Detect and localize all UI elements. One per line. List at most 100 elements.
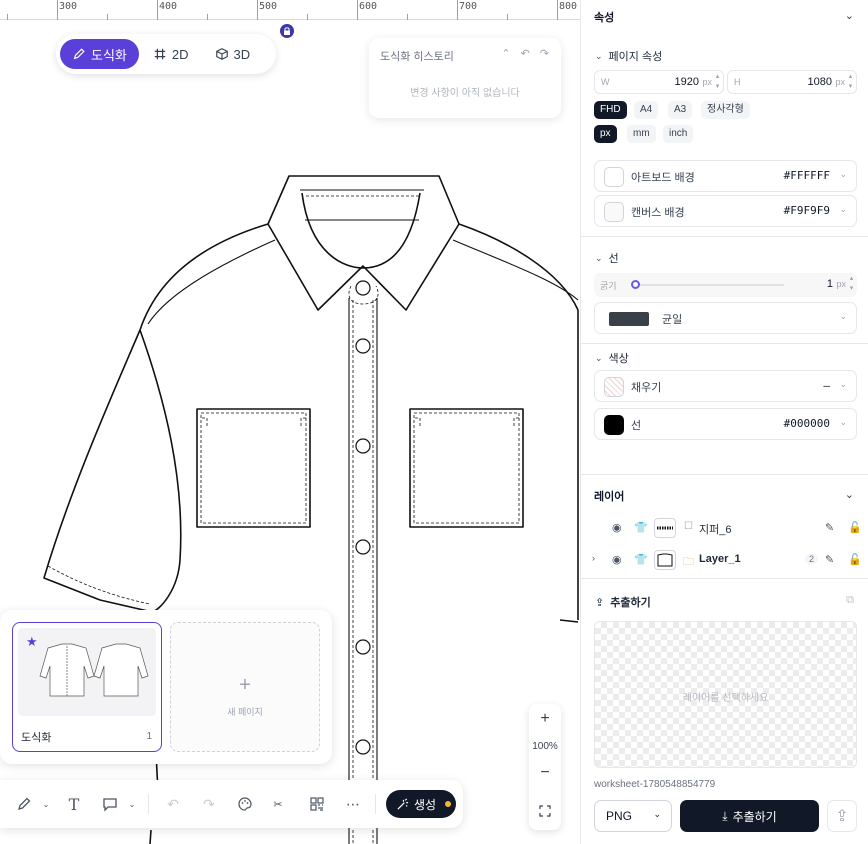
qr-tool-button[interactable] (307, 794, 327, 814)
canvas-background-row[interactable]: 캔버스 배경 #F9F9F9 ⌄ (594, 195, 857, 227)
stroke-style-select[interactable]: 균일 ⌄ (594, 302, 857, 334)
redo-icon[interactable]: ↷ (199, 794, 219, 814)
lock-icon[interactable]: 🔓 (848, 553, 862, 566)
shirt-icon: 👕 (634, 554, 648, 566)
unit-mm[interactable]: mm (627, 125, 656, 143)
stepper-icon[interactable]: ▴ ▾ (847, 274, 856, 294)
star-icon: ★ (26, 634, 38, 649)
zoom-in-button[interactable]: + (529, 710, 561, 728)
artboard-background-row[interactable]: 아트보드 배경 #FFFFFF ⌄ (594, 160, 857, 192)
stepper-icon[interactable]: ▴ ▾ (713, 72, 722, 92)
format-select[interactable]: PNG ⌄ (594, 800, 672, 832)
slider-handle[interactable] (631, 280, 640, 289)
toolbar-divider (375, 794, 376, 814)
chevron-down-icon[interactable]: ⌄ (839, 311, 847, 322)
checkbox-icon[interactable]: ☐ (684, 521, 693, 532)
export-icon: ⇪ (595, 596, 605, 609)
undo-icon[interactable]: ↶ (163, 794, 183, 814)
stroke-width-slider-row[interactable]: 굵기 1 px ▴ ▾ (594, 273, 857, 297)
page-number: 1 (146, 731, 152, 742)
palette-tool-button[interactable] (235, 794, 255, 814)
chevron-down-icon[interactable]: ⌄ (40, 794, 52, 814)
color-header[interactable]: ⌄ 색상 (595, 350, 629, 366)
new-page-button[interactable]: + 새 페이지 (170, 622, 320, 752)
unit-inch[interactable]: inch (663, 125, 694, 143)
chevron-down-icon[interactable]: ⌄ (839, 379, 847, 390)
layer-thumbnail (654, 550, 676, 570)
ruler-ticks (7, 0, 558, 20)
page-thumbnail-image (39, 643, 149, 697)
undo-history-icon[interactable]: ↶ (521, 47, 530, 60)
chevron-down-icon: ⌄ (595, 50, 603, 61)
cube-icon (215, 48, 228, 60)
chevron-down-icon: ⌄ (595, 352, 603, 363)
collapse-icon[interactable]: ⌃ (501, 47, 510, 60)
fill-row[interactable]: 채우기 – ⌄ (594, 370, 857, 402)
stepper-icon[interactable]: ▴ ▾ (846, 72, 855, 92)
stroke-color-value[interactable]: #000000 (784, 417, 830, 430)
canvas-color-swatch[interactable] (604, 202, 624, 222)
chevron-right-icon[interactable]: › (592, 553, 595, 563)
width-field[interactable]: W 1920 px ▴ ▾ (594, 70, 724, 94)
chevron-down-icon[interactable]: ⌄ (839, 169, 847, 180)
layer-row[interactable]: › ◉ 👕 🗀 Layer_1 2 ✎ 🔓 (581, 546, 868, 574)
lock-icon[interactable]: 🔓 (848, 521, 862, 534)
layer-name: Layer_1 (699, 553, 741, 565)
chevron-down-icon[interactable]: ⌄ (126, 794, 138, 814)
page-properties-header[interactable]: ⌄ 페이지 속성 (595, 48, 662, 64)
page-thumbnail: ★ (18, 628, 156, 716)
artboard-color-value[interactable]: #FFFFFF (784, 169, 830, 182)
drawing-canvas[interactable]: 300 400 500 600 700 800 도식화 2D 3D 도식화 히스… (0, 0, 580, 844)
chevron-down-icon[interactable]: ⌄ (839, 204, 847, 215)
zoom-out-button[interactable]: − (529, 764, 561, 782)
generate-button[interactable]: 생성 (386, 790, 456, 818)
preset-square[interactable]: 정사각형 (701, 101, 750, 119)
chevron-down-icon[interactable]: ⌄ (845, 9, 854, 22)
eye-icon[interactable]: ◉ (612, 521, 622, 534)
stroke-width-value[interactable]: 1 (827, 278, 833, 290)
preset-a4[interactable]: A4 (634, 101, 659, 119)
export-button[interactable]: ⤓ 추출하기 (680, 800, 819, 832)
toolbar-divider (148, 794, 149, 814)
text-icon[interactable]: T (64, 794, 84, 814)
pencil-edit-icon[interactable]: ✎ (825, 553, 834, 566)
layer-count-badge: 2 (805, 554, 819, 564)
chevron-down-icon[interactable]: ⌄ (845, 488, 854, 501)
layer-row[interactable]: ◉ 👕 ☐ 지퍼_6 ✎ 🔓 (581, 514, 868, 542)
more-icon[interactable]: ⋯ (343, 794, 363, 814)
upload-icon: ⇪ (835, 808, 849, 825)
unit-px[interactable]: px (594, 125, 617, 143)
fill-value[interactable]: – (823, 379, 830, 392)
copy-icon[interactable]: ⧉ (846, 594, 854, 607)
preset-fhd[interactable]: FHD (594, 101, 627, 119)
fill-color-swatch[interactable] (604, 377, 624, 397)
page-card[interactable]: ★ 도식화 1 (12, 622, 162, 752)
artboard-color-swatch[interactable] (604, 167, 624, 187)
properties-panel: 속성 ⌄ ⌄ 페이지 속성 W 1920 px ▴ ▾ H 1080 px ▴ ▾ … (580, 0, 868, 844)
mode-3d-button[interactable]: 3D (203, 39, 263, 69)
stroke-header[interactable]: ⌄ 선 (595, 250, 619, 266)
bottom-toolbar: ⌄ T ⌄ ↶ ↷ ✂ ⋯ 생성 (0, 780, 463, 828)
eye-icon[interactable]: ◉ (612, 553, 622, 566)
pencil-edit-icon[interactable]: ✎ (825, 521, 834, 534)
stroke-color-row[interactable]: 선 #000000 ⌄ (594, 408, 857, 440)
section-divider (581, 343, 868, 344)
share-button[interactable]: ⇪ (827, 800, 857, 832)
pages-panel: ★ 도식화 1 + 새 페이지 (0, 610, 332, 764)
fit-screen-button[interactable] (529, 804, 561, 822)
grid-icon (154, 48, 166, 60)
height-field[interactable]: H 1080 px ▴ ▾ (727, 70, 857, 94)
canvas-color-value[interactable]: #F9F9F9 (784, 204, 830, 217)
stroke-style-value: 균일 (662, 314, 683, 326)
pen-tool-button[interactable] (14, 794, 34, 814)
stroke-color-swatch[interactable] (604, 415, 624, 435)
stroke-width-slider[interactable] (634, 284, 784, 286)
scissors-icon[interactable]: ✂ (271, 794, 285, 814)
redo-history-icon[interactable]: ↷ (540, 47, 549, 60)
mode-sketch-button[interactable]: 도식화 (60, 39, 139, 69)
preset-a3[interactable]: A3 (668, 101, 693, 119)
chevron-down-icon[interactable]: ⌄ (839, 417, 847, 428)
comment-tool-button[interactable] (100, 794, 120, 814)
mode-2d-button[interactable]: 2D (141, 39, 201, 69)
export-title: 추출하기 (610, 597, 651, 609)
